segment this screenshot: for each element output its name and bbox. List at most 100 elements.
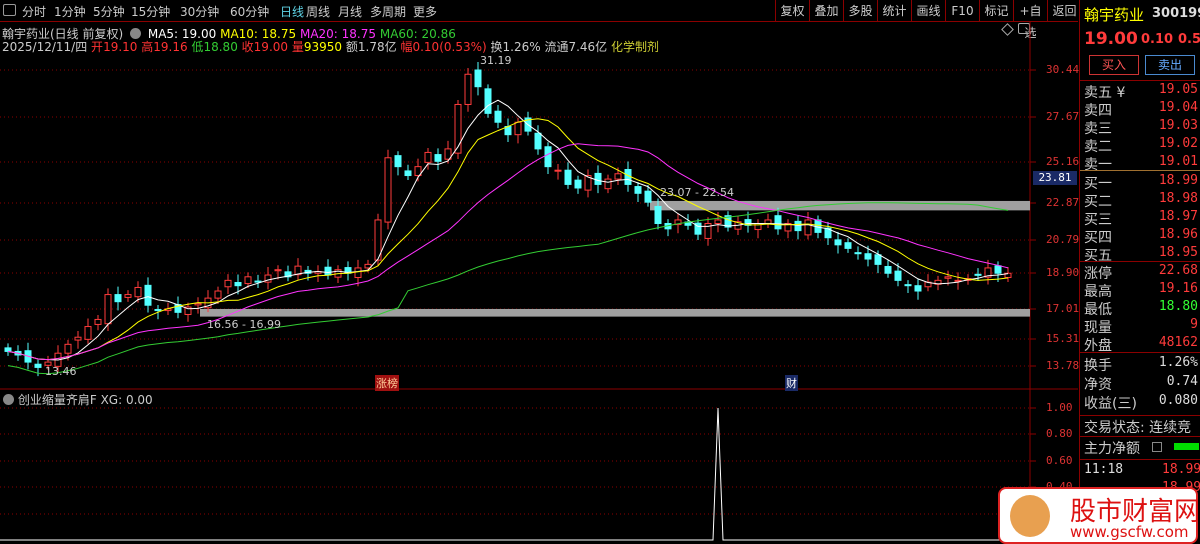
ma10-line xyxy=(7,118,1009,361)
quote-value: 18.98 xyxy=(1158,191,1198,206)
support-band xyxy=(650,200,1030,211)
quote-row: 收益(三) 0.080 xyxy=(1084,393,1198,412)
quote-label: 卖五 ¥ xyxy=(1084,85,1126,101)
candle-body xyxy=(844,242,852,249)
candle-body xyxy=(74,336,82,341)
quote-label: 买一 xyxy=(1084,176,1112,192)
quote-label: 买二 xyxy=(1084,194,1112,210)
quote-row: 外盘 48162 xyxy=(1084,335,1198,354)
candle-body xyxy=(394,155,402,168)
price-axis-label: 15.31 xyxy=(1046,332,1080,345)
menu-icon[interactable] xyxy=(1152,442,1162,452)
quote-label: 买三 xyxy=(1084,212,1112,228)
candle-body xyxy=(514,121,522,136)
quote-value: 18.80 xyxy=(1158,299,1198,314)
candle-body xyxy=(114,294,122,303)
candle-body xyxy=(104,294,112,325)
dropdown-icon[interactable] xyxy=(3,394,14,405)
indicator-axis-label: 1.00 xyxy=(1046,401,1073,414)
tick-time: 11:18 xyxy=(1084,462,1124,477)
candle-body xyxy=(854,252,862,255)
candle-body xyxy=(574,179,582,189)
candle-body xyxy=(794,220,802,232)
candle-body xyxy=(604,178,612,190)
quote-row: 卖四 19.04 xyxy=(1084,100,1198,119)
quote-row: 换手 1.26% xyxy=(1084,355,1198,374)
cursor-price-label: 23.81 xyxy=(1033,171,1077,185)
candle-body xyxy=(894,270,902,281)
quote-value: 19.02 xyxy=(1158,136,1198,151)
event-tag[interactable]: 涨榜 xyxy=(375,375,399,391)
candle-body xyxy=(864,253,872,260)
candle-body xyxy=(154,309,162,312)
quote-label: 最高 xyxy=(1084,284,1112,300)
band-upper-label: 23.07 - 22.54 xyxy=(660,186,734,199)
quote-value: 19.01 xyxy=(1158,154,1198,169)
quote-value: 18.96 xyxy=(1158,227,1198,242)
sell-button[interactable]: 卖出 xyxy=(1145,55,1195,75)
candle-body xyxy=(914,285,922,292)
stock-name: 翰宇药业 xyxy=(1084,6,1145,24)
quote-value: 19.16 xyxy=(1158,281,1198,296)
quote-row: 买三 18.97 xyxy=(1084,209,1198,228)
quote-row: 净资 0.74 xyxy=(1084,374,1198,393)
quote-row: 最低 18.80 xyxy=(1084,299,1198,318)
candle-body xyxy=(134,286,142,298)
candle-body xyxy=(614,173,622,180)
quote-row: 买四 18.96 xyxy=(1084,227,1198,246)
quote-value: 0.74 xyxy=(1166,374,1198,389)
price-axis-label: 13.78 xyxy=(1046,359,1080,372)
price-axis-label: 17.01 xyxy=(1046,302,1080,315)
indicator-value: XG: 0.00 xyxy=(100,393,153,407)
low-annotation: 13.46 xyxy=(45,365,77,378)
finance-tag[interactable]: 财 xyxy=(785,375,798,391)
quote-row: 买一 18.99 xyxy=(1084,173,1198,192)
quote-value: 9 xyxy=(1190,317,1198,332)
buy-button[interactable]: 买入 xyxy=(1089,55,1139,75)
price-axis-label: 22.87 xyxy=(1046,196,1080,209)
candle-body xyxy=(634,186,642,194)
candle-body xyxy=(194,302,202,306)
quote-label: 卖二 xyxy=(1084,139,1112,155)
price-axis-label: 30.44 xyxy=(1046,63,1080,76)
stock-code: 300199 xyxy=(1152,6,1200,21)
candle-body xyxy=(94,318,102,325)
quote-row: 卖三 19.03 xyxy=(1084,118,1198,137)
candle-body xyxy=(64,343,72,354)
quote-value: 0.080 xyxy=(1158,393,1198,408)
quote-value: 19.03 xyxy=(1158,118,1198,133)
price-axis-label: 25.16 xyxy=(1046,155,1080,168)
candle-body xyxy=(494,110,502,123)
price-change: 0.10 xyxy=(1141,32,1174,47)
xg-signal-line xyxy=(0,407,1030,541)
candle-body xyxy=(34,363,42,368)
candle-body xyxy=(804,219,812,236)
candle-body xyxy=(534,132,542,150)
indicator-title[interactable]: 创业缩量齐肩F xyxy=(18,393,97,407)
price-axis-label: 18.90 xyxy=(1046,266,1080,279)
kline-chart[interactable] xyxy=(0,0,1078,544)
candle-body xyxy=(84,326,92,340)
quote-row: 最高 19.16 xyxy=(1084,281,1198,300)
quote-value: 19.04 xyxy=(1158,100,1198,115)
candle-body xyxy=(234,281,242,287)
last-price: 19.00 xyxy=(1084,29,1138,49)
candle-body xyxy=(474,69,482,88)
quote-value: 22.68 xyxy=(1158,263,1198,278)
quote-row: 涨停 22.68 xyxy=(1084,263,1198,282)
band-lower-label: 16.56 - 16.99 xyxy=(207,318,281,331)
candle-body xyxy=(214,290,222,299)
indicator-axis-label: 0.80 xyxy=(1046,427,1073,440)
quote-label: 收益(三) xyxy=(1084,396,1137,412)
candle-body xyxy=(764,219,772,225)
candle-body xyxy=(144,284,152,306)
tick-price: 18.99 xyxy=(1162,462,1200,477)
quote-value: 1.26% xyxy=(1158,355,1198,370)
candle-body xyxy=(544,146,552,168)
candle-body xyxy=(384,157,392,223)
candle-body xyxy=(974,273,982,276)
candle-body xyxy=(324,266,332,276)
quote-value: 48162 xyxy=(1158,335,1198,350)
quote-value: 18.95 xyxy=(1158,245,1198,260)
bull-logo-icon xyxy=(1010,495,1050,537)
